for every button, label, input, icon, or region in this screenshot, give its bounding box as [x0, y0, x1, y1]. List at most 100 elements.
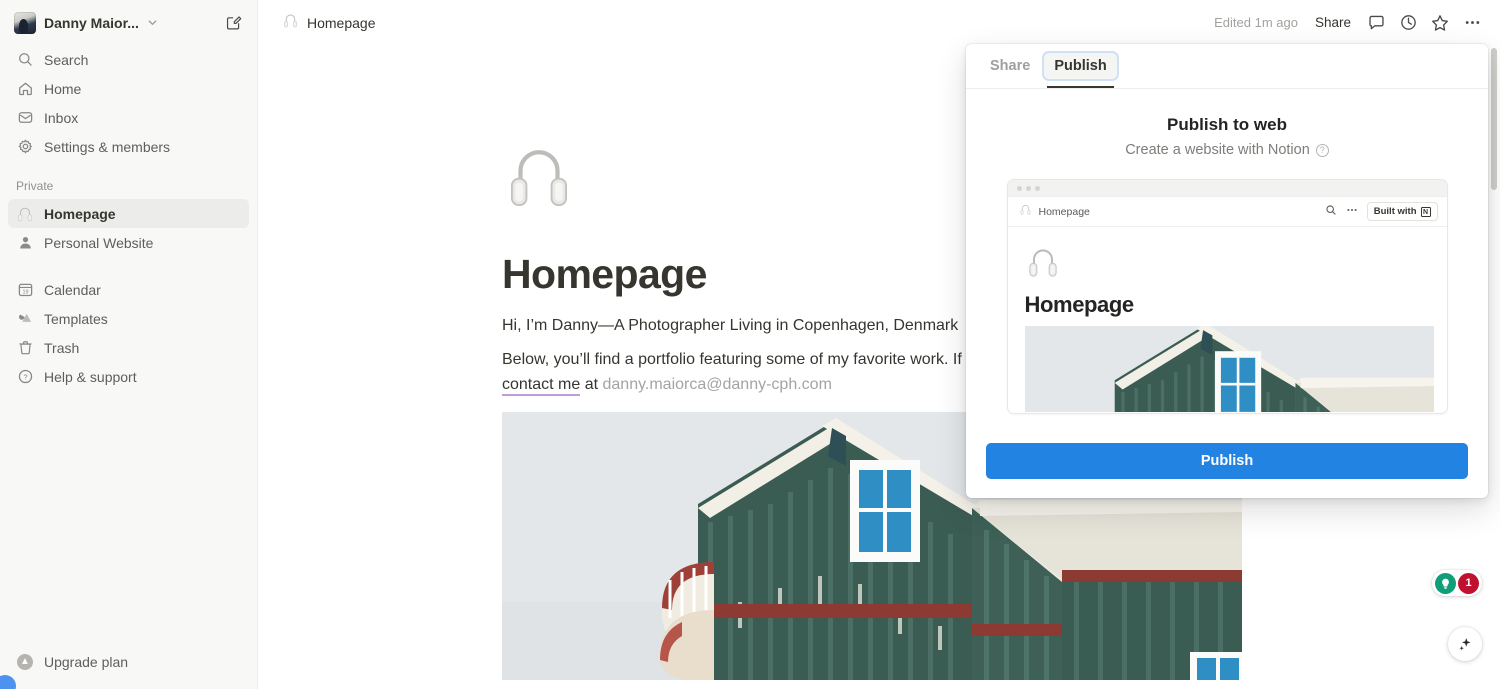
question-circle-icon[interactable]: ?: [1315, 143, 1329, 157]
upgrade-plan-row: ▲ Upgrade plan: [0, 647, 257, 676]
preview-cover-photo: [1024, 326, 1434, 412]
sidebar-item-search[interactable]: Search: [8, 45, 249, 74]
site-preview: Homepage Built with N Homepage: [1006, 179, 1448, 414]
primary-nav: Search Home Inbox Settings & members: [0, 45, 257, 161]
more-options-button[interactable]: [1458, 9, 1486, 37]
question-circle-icon: ?: [16, 368, 34, 386]
templates-icon: [16, 310, 34, 328]
sidebar-item-help[interactable]: ? Help & support: [8, 362, 249, 391]
publish-dialog: Share Publish Publish to web Create a we…: [966, 44, 1488, 498]
sidebar-item-label: Templates: [44, 310, 108, 327]
tab-publish[interactable]: Publish: [1044, 53, 1117, 88]
more-horizontal-icon[interactable]: [1346, 203, 1358, 221]
window-dot-maximize: [1034, 185, 1040, 191]
edited-status[interactable]: Edited 1m ago: [1208, 15, 1304, 30]
workspace-avatar: [14, 11, 36, 34]
person-icon: [16, 234, 34, 252]
clock-icon: [1400, 15, 1416, 30]
svg-text:?: ?: [23, 373, 27, 382]
nav-divider-space: [0, 257, 257, 275]
dialog-subtitle: Create a website with Notion: [1125, 142, 1310, 158]
window-dot-close: [1016, 185, 1022, 191]
sidebar-item-label: Homepage: [44, 205, 116, 222]
contact-email[interactable]: danny.maiorca@danny-cph.com: [603, 376, 832, 393]
gear-icon: [16, 138, 34, 156]
dialog-title: Publish to web: [1167, 115, 1287, 134]
sidebar-item-label: Calendar: [44, 281, 101, 298]
page-icon-headphones-icon[interactable]: [502, 139, 576, 213]
search-icon: [16, 51, 34, 69]
svg-text:19: 19: [22, 290, 28, 296]
dialog-subtitle-row: Create a website with Notion ?: [986, 142, 1468, 158]
history-button[interactable]: [1394, 9, 1422, 37]
workspace-switcher[interactable]: Danny Maior...: [10, 9, 211, 37]
preview-site-nav: Homepage Built with: [1007, 197, 1447, 227]
page-scrollbar[interactable]: [1491, 48, 1497, 684]
favorite-button[interactable]: [1426, 9, 1454, 37]
home-icon: [16, 80, 34, 98]
workspace-row: Danny Maior...: [0, 0, 257, 45]
built-with-label: Built with: [1373, 206, 1417, 217]
preview-nav-actions: Built with: [1325, 202, 1438, 221]
built-with-notion-badge[interactable]: Built with: [1366, 202, 1438, 221]
preview-page-title: Homepage: [1024, 292, 1135, 317]
sparkle-icon: [1459, 638, 1471, 651]
top-bar-actions: Edited 1m ago Share: [1208, 9, 1486, 37]
dialog-header: Publish to web Create a website with Not…: [986, 115, 1468, 158]
paragraph-2-mid: at: [580, 375, 603, 393]
preview-window-chrome: [1007, 180, 1447, 197]
chevron-down-icon: [147, 17, 158, 31]
sidebar-item-label: Trash: [44, 339, 80, 356]
trash-icon: [16, 339, 34, 357]
notification-badge-count: 1: [1458, 572, 1479, 594]
sidebar-resize-handle[interactable]: [0, 675, 16, 689]
compose-icon: [226, 16, 241, 30]
preview-page-body: Homepage: [1008, 227, 1447, 412]
sidebar-item-templates[interactable]: Templates: [8, 304, 249, 333]
sidebar-item-upgrade-plan[interactable]: ▲ Upgrade plan: [8, 647, 249, 676]
sidebar-item-settings[interactable]: Settings & members: [8, 132, 249, 161]
sidebar-item-inbox[interactable]: Inbox: [8, 103, 249, 132]
secondary-nav: 19 Calendar Templates Trash ? Help & sup…: [0, 275, 257, 391]
lightbulb-icon: [1435, 572, 1456, 594]
sidebar-item-personal-website[interactable]: Personal Website: [8, 228, 249, 257]
sidebar-item-label: Search: [44, 51, 89, 68]
headphones-icon: [282, 12, 299, 34]
share-button[interactable]: Share: [1308, 11, 1358, 34]
sidebar-item-home[interactable]: Home: [8, 74, 249, 103]
sidebar-item-label: Home: [44, 80, 82, 97]
sidebar-item-label: Help & support: [44, 368, 137, 385]
notion-app-window: Danny Maior... Search Home Inbox Setting…: [0, 0, 1500, 689]
window-dot-minimize: [1025, 185, 1031, 191]
help-notification-pill[interactable]: 1: [1432, 570, 1482, 596]
comment-button[interactable]: [1362, 9, 1390, 37]
sidebar-item-label: Personal Website: [44, 234, 154, 251]
preview-page-icon-headphones-icon: [1025, 244, 1061, 280]
scrollbar-thumb[interactable]: [1491, 48, 1497, 190]
sidebar-item-trash[interactable]: Trash: [8, 333, 249, 362]
comment-icon: [1368, 15, 1384, 30]
headphones-icon: [1019, 203, 1032, 221]
publish-button[interactable]: Publish: [986, 443, 1468, 479]
more-horizontal-icon: [1465, 21, 1479, 24]
top-bar: Homepage Edited 1m ago Share: [258, 0, 1500, 45]
workspace-name: Danny Maior...: [44, 14, 139, 31]
upgrade-arrow-icon: ▲: [16, 653, 34, 671]
dialog-body: Publish to web Create a website with Not…: [966, 89, 1488, 443]
notion-ai-button[interactable]: [1448, 627, 1482, 661]
headphones-icon: [16, 205, 34, 223]
main-area: Homepage Edited 1m ago Share Homepage Hi…: [258, 0, 1500, 689]
sidebar-item-homepage[interactable]: Homepage: [8, 199, 249, 228]
sidebar-item-calendar[interactable]: 19 Calendar: [8, 275, 249, 304]
dialog-footer: Publish: [966, 443, 1488, 498]
star-icon: [1432, 14, 1448, 31]
private-nav: Homepage Personal Website: [0, 199, 257, 257]
new-page-button[interactable]: [219, 9, 247, 37]
tab-share[interactable]: Share: [980, 53, 1040, 79]
sidebar-item-label: Settings & members: [44, 138, 171, 155]
breadcrumb-title: Homepage: [307, 14, 376, 31]
breadcrumb[interactable]: Homepage: [276, 9, 382, 37]
sidebar-item-label: Inbox: [44, 109, 79, 126]
search-icon[interactable]: [1325, 203, 1337, 221]
inbox-icon: [16, 109, 34, 127]
